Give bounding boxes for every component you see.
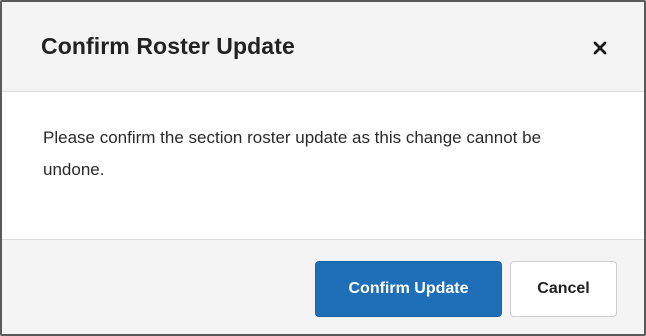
confirm-roster-update-dialog: Confirm Roster Update Please confirm the…	[0, 0, 646, 336]
close-icon	[593, 41, 607, 55]
confirm-update-button[interactable]: Confirm Update	[315, 261, 502, 317]
dialog-footer: Confirm Update Cancel	[2, 239, 644, 334]
dialog-title: Confirm Roster Update	[41, 33, 295, 59]
cancel-button[interactable]: Cancel	[510, 261, 617, 317]
dialog-body: Please confirm the section roster update…	[2, 92, 644, 212]
dialog-message: Please confirm the section roster update…	[43, 128, 542, 179]
dialog-header: Confirm Roster Update	[2, 2, 644, 92]
close-button[interactable]	[588, 36, 612, 60]
